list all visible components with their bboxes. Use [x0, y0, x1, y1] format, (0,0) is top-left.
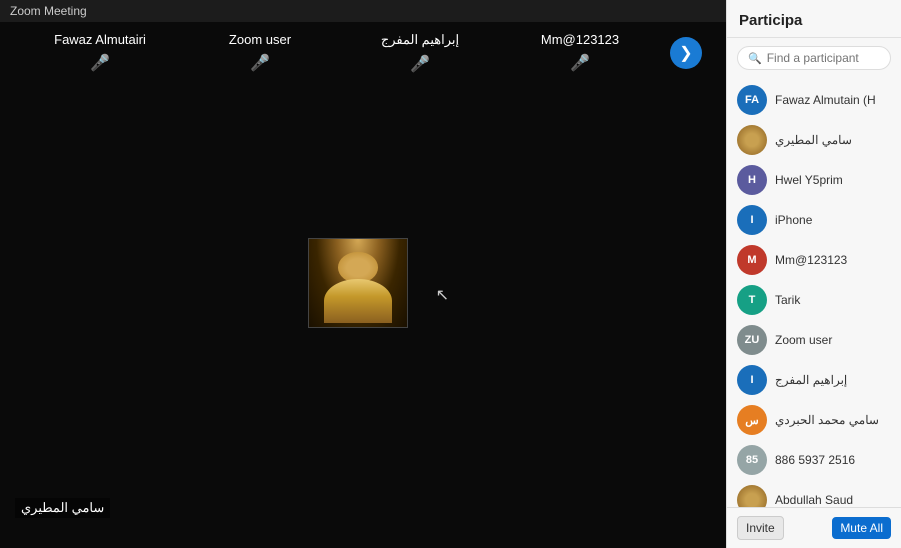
avatar-initials: I [737, 365, 767, 395]
participant-list-item[interactable]: Abdullah Saud [727, 480, 901, 507]
participant-display-name: 886 5937 2516 [775, 453, 891, 467]
participant-display-name: سامي محمد الحبردي [775, 413, 891, 427]
participant-list-item[interactable]: I إبراهيم المفرج [727, 360, 901, 400]
next-button[interactable]: ❯ [670, 37, 702, 69]
mute-all-button[interactable]: Mute All [832, 517, 891, 539]
participant-display-name: Tarik [775, 293, 891, 307]
meeting-area: Zoom Meeting Fawaz Almutairi 🎤 Zoom user… [0, 0, 726, 548]
cursor: ↖ [436, 285, 448, 301]
avatar-initials: 85 [737, 445, 767, 475]
panel-footer: Invite Mute All [727, 507, 901, 548]
mute-icon-2: 🎤 [250, 53, 270, 73]
participant-name-2: Zoom user [229, 32, 291, 47]
video-person [309, 239, 407, 327]
participant-list-item[interactable]: I iPhone [727, 200, 901, 240]
mute-icon-4: 🎤 [570, 53, 590, 73]
search-box[interactable]: 🔍 [737, 46, 891, 70]
participant-list-item[interactable]: T Tarik [727, 280, 901, 320]
participant-name-4: Mm@123123 [541, 32, 619, 47]
search-icon: 🔍 [748, 52, 762, 65]
participant-display-name: Fawaz Almutain (H [775, 93, 891, 107]
participant-list: FA Fawaz Almutain (H سامي المطيري H Hwel… [727, 78, 901, 507]
participant-display-name: Abdullah Saud [775, 493, 891, 507]
participant-name-1: Fawaz Almutairi [54, 32, 146, 47]
avatar-image [737, 125, 767, 155]
avatar-initials: ZU [737, 325, 767, 355]
participant-display-name: Hwel Y5prim [775, 173, 891, 187]
panel-header: Participa [727, 0, 901, 38]
participant-list-item[interactable]: س سامي محمد الحبردي [727, 400, 901, 440]
participant-display-name: سامي المطيري [775, 133, 891, 147]
title-bar: Zoom Meeting [0, 0, 726, 22]
participants-strip: Fawaz Almutairi 🎤 Zoom user 🎤 إبراهيم ال… [0, 22, 726, 84]
bottom-name-label: سامي المطيري [15, 498, 110, 518]
participant-display-name: إبراهيم المفرج [775, 373, 891, 387]
avatar-initials: M [737, 245, 767, 275]
avatar-initials: FA [737, 85, 767, 115]
participant-list-item[interactable]: 85 886 5937 2516 [727, 440, 901, 480]
participant-tile-2: Zoom user 🎤 [180, 32, 340, 73]
search-input[interactable] [767, 51, 880, 65]
invite-button[interactable]: Invite [737, 516, 784, 540]
avatar-initials: H [737, 165, 767, 195]
avatar-initials: T [737, 285, 767, 315]
participant-display-name: Mm@123123 [775, 253, 891, 267]
title-text: Zoom Meeting [10, 4, 87, 18]
participant-list-item[interactable]: M Mm@123123 [727, 240, 901, 280]
participant-display-name: iPhone [775, 213, 891, 227]
avatar-initials: س [737, 405, 767, 435]
avatar-initials: I [737, 205, 767, 235]
center-video [308, 238, 408, 328]
participant-list-item[interactable]: FA Fawaz Almutain (H [727, 80, 901, 120]
participant-display-name: Zoom user [775, 333, 891, 347]
next-icon: ❯ [679, 43, 692, 63]
mute-icon-1: 🎤 [90, 53, 110, 73]
participant-tile-1: Fawaz Almutairi 🎤 [20, 32, 180, 73]
participant-list-item[interactable]: سامي المطيري [727, 120, 901, 160]
participant-name-3: إبراهيم المفرج [381, 32, 459, 48]
participant-tile-4: Mm@123123 🎤 [500, 32, 660, 73]
participant-list-item[interactable]: H Hwel Y5prim [727, 160, 901, 200]
participant-list-item[interactable]: ZU Zoom user [727, 320, 901, 360]
avatar-image [737, 485, 767, 507]
participants-panel: Participa 🔍 FA Fawaz Almutain (H سامي ال… [726, 0, 901, 548]
participant-tile-3: إبراهيم المفرج 🎤 [340, 32, 500, 74]
mute-icon-3: 🎤 [410, 54, 430, 74]
